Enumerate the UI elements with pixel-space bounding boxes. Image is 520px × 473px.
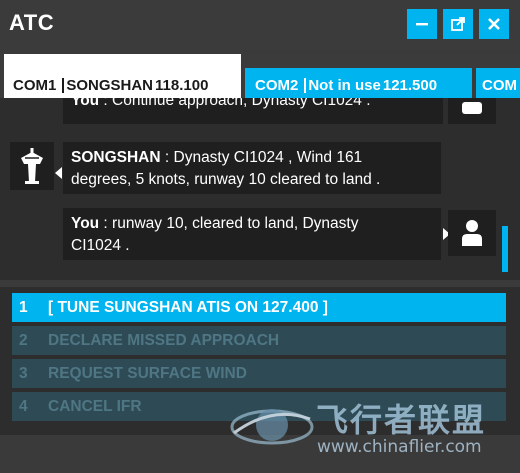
tab-com2-label: COM2 — [255, 77, 299, 94]
message-text-line2: CI1024 . — [71, 237, 130, 254]
option-label: DECLARE MISSED APPROACH — [48, 331, 280, 349]
tab-com2-frequency: 121.500 — [382, 77, 438, 94]
option-label: [ TUNE SUNGSHAN ATIS ON 127.400 ] — [48, 298, 328, 316]
tab-com1-frequency: 118.100 — [155, 77, 209, 94]
watermark: 飞行者联盟 www.chinaflier.com — [224, 393, 520, 465]
tab-com3-label: COM — [482, 77, 517, 94]
message-text-line1: runway 10, cleared to land, Dynasty — [112, 215, 359, 232]
text-cursor — [62, 78, 65, 93]
atc-avatar — [10, 142, 54, 190]
watermark-name: 飞行者联盟 — [316, 401, 487, 439]
control-tower-icon — [21, 148, 43, 184]
message-speaker: You — [71, 215, 100, 232]
option-number: 2 — [19, 331, 28, 349]
scrollbar-thumb[interactable] — [502, 226, 508, 272]
watermark-url: www.chinaflier.com — [317, 437, 482, 457]
message-text: Continue approach, Dynasty CI1024 . — [112, 98, 371, 109]
tab-com1[interactable]: COM1 SONGSHAN 118.100 — [4, 54, 241, 98]
message-separator: : — [99, 98, 113, 109]
tab-com1-label: COM1 — [13, 77, 57, 94]
window-title: ATC — [9, 10, 55, 35]
title-bar: ATC — [0, 0, 520, 50]
close-button[interactable] — [479, 9, 509, 39]
message-bubble-atc: SONGSHAN : Dynasty CI1024 , Wind 161 deg… — [63, 142, 441, 194]
option-number: 1 — [19, 298, 28, 316]
message-speaker: SONGSHAN — [71, 149, 161, 166]
pilot-avatar — [448, 210, 496, 256]
popout-button[interactable] — [443, 9, 473, 39]
watermark-logo-icon — [230, 409, 314, 445]
message-bubble-you: You : Continue approach, Dynasty CI1024 … — [63, 98, 443, 124]
message-separator: : — [99, 215, 113, 232]
com-tabs: COM1 SONGSHAN 118.100 COM2 Not in use 12… — [0, 54, 520, 98]
option-1[interactable]: 1 [ TUNE SUNGSHAN ATIS ON 127.400 ] — [12, 293, 506, 322]
message-text-line1: Dynasty CI1024 , Wind 161 — [173, 149, 363, 166]
option-number: 4 — [19, 397, 28, 415]
message-speaker: You — [71, 98, 100, 109]
tab-com3[interactable]: COM — [476, 68, 520, 98]
pilot-icon — [462, 102, 482, 114]
pilot-icon — [462, 220, 482, 246]
tab-com2[interactable]: COM2 Not in use 121.500 — [245, 68, 472, 98]
option-3[interactable]: 3 REQUEST SURFACE WIND — [12, 359, 506, 388]
option-2[interactable]: 2 DECLARE MISSED APPROACH — [12, 326, 506, 355]
tab-com1-station: SONGSHAN — [66, 77, 154, 94]
text-cursor — [304, 78, 307, 93]
message-text-line2: degrees, 5 knots, runway 10 cleared to l… — [71, 171, 381, 188]
option-number: 3 — [19, 364, 28, 382]
message-log: You : Continue approach, Dynasty CI1024 … — [0, 98, 520, 280]
pointer-left-icon — [55, 167, 62, 179]
message-bubble-you: You : runway 10, cleared to land, Dynast… — [63, 208, 441, 260]
minimize-icon — [416, 23, 428, 26]
option-label: REQUEST SURFACE WIND — [48, 364, 247, 382]
option-label: CANCEL IFR — [48, 397, 142, 415]
message-separator: : — [160, 149, 174, 166]
minimize-button[interactable] — [407, 9, 437, 39]
pilot-avatar — [448, 98, 496, 124]
popout-icon — [451, 17, 465, 31]
section-divider — [0, 280, 520, 287]
tab-com2-station: Not in use — [308, 77, 381, 94]
close-icon — [488, 18, 500, 30]
